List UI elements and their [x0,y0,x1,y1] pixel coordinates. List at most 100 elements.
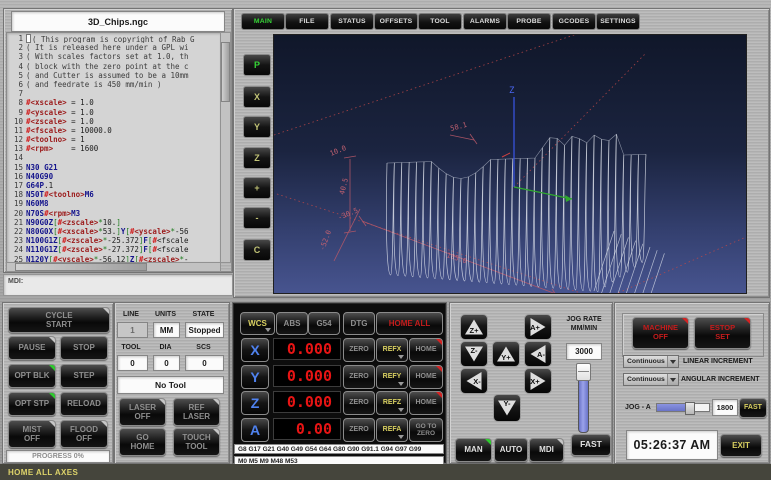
wcs-label: WCS [248,319,267,328]
code-line: 6( and feedrate is 450 mm/min ) [7,80,220,89]
jog-a-slider-handle[interactable] [685,402,695,415]
zero-x-button[interactable]: ZERO [343,338,375,362]
tab-settings[interactable]: SETTINGS [596,13,640,30]
view-perspective-button[interactable]: P [243,54,271,76]
mdi-mode-button[interactable]: MDI [529,438,564,462]
ref-y-button[interactable]: REFY [376,365,408,389]
ref-a-button[interactable]: REFA [376,418,408,442]
jog-z-plus-button[interactable]: Z+ [460,314,488,340]
gcode-vertical-scrollbar[interactable] [220,32,231,263]
clear-plot-button[interactable]: C [243,239,271,261]
state-label: STATE [185,311,222,318]
ref-laser-button[interactable]: REF LASER [173,398,220,426]
gcode-horizontal-scrollbar[interactable] [6,262,221,272]
axis-a-button[interactable]: A [241,418,269,442]
gcode-text-area[interactable]: 1( This program is copyright of Rab G2( … [6,32,221,263]
estop-set-button[interactable]: ESTOP SET [694,317,751,349]
zoom-out-button[interactable]: - [243,207,271,229]
cycle-start-button[interactable]: CYCLE START [8,307,110,333]
jog-x-minus-button[interactable]: X- [460,368,488,394]
tab-file[interactable]: FILE [285,13,329,30]
ref-x-button[interactable]: REFX [376,338,408,362]
jog-x-plus-button[interactable]: X+ [524,368,552,394]
optional-block-button[interactable]: OPT BLK [8,364,56,388]
pause-button[interactable]: PAUSE [8,336,56,360]
jog-a-slider-track[interactable] [656,403,710,412]
step-label: STEP [74,371,95,380]
status-bar: HOME ALL AXES [0,464,771,480]
view-y-button[interactable]: Y [243,116,271,138]
tool-name-text: No Tool [155,380,186,390]
machine-off-label: MACHINE OFF [643,324,678,341]
home-y-button[interactable]: HOME [409,365,443,389]
scrollbar-thumb[interactable] [221,42,230,102]
g54-button[interactable]: G54 [308,312,340,335]
linear-increment-select[interactable]: Continuous [623,355,679,368]
dtg-button[interactable]: DTG [343,312,375,335]
axis-value-text: 0.000 [287,340,332,358]
code-line: 7 [7,89,220,98]
jog-a-minus-button[interactable]: A- [524,341,552,367]
home-z-button[interactable]: HOME [409,391,443,415]
optional-stop-button[interactable]: OPT STP [8,392,56,416]
zoom-in-button[interactable]: + [243,177,271,199]
jog-a-plus-button[interactable]: A+ [524,314,552,340]
abs-label: ABS [284,319,301,328]
reload-button[interactable]: RELOAD [60,392,108,416]
abs-button[interactable]: ABS [276,312,308,335]
jog-fast-button[interactable]: FAST [571,434,611,456]
jog-a-fast-button[interactable]: FAST [739,398,767,418]
go-home-button[interactable]: GO HOME [119,428,166,456]
flood-button[interactable]: FLOOD OFF [60,420,108,448]
view-x-button[interactable]: X [243,86,271,108]
zero-y-button[interactable]: ZERO [343,365,375,389]
stop-button[interactable]: STOP [60,336,108,360]
ref-z-button[interactable]: REFZ [376,391,408,415]
preview-3d-viewport[interactable]: 10.0 40.5 58.1 -30.5 -52.0 105.0 Z [273,34,747,294]
jog-y-plus-button[interactable]: Y+ [492,341,520,367]
axis-z-button[interactable]: Z [241,391,269,415]
jog-a-value[interactable]: 1800 [712,399,738,416]
view-z-button[interactable]: Z [243,147,271,169]
auto-mode-button[interactable]: AUTO [494,438,528,462]
step-button[interactable]: STEP [60,364,108,388]
jog-rate-slider-handle[interactable] [576,363,591,381]
tab-offsets[interactable]: OFFSETS [374,13,418,30]
code-line: 21N90G0Z[#<zscale>*10.] [7,218,220,227]
laser-button[interactable]: LASER OFF [119,398,166,426]
tab-probe[interactable]: PROBE [507,13,551,30]
axis-value-text: 0.000 [287,393,332,411]
zero-label: ZERO [349,346,368,354]
axis-y-button[interactable]: Y [241,365,269,389]
home-all-button[interactable]: HOME ALL [376,312,443,335]
tab-status[interactable]: STATUS [330,13,374,30]
tab-tool[interactable]: TOOL [418,13,462,30]
led-indicator [213,399,219,405]
jog-y-minus-button[interactable]: Y- [493,394,521,422]
home-x-button[interactable]: HOME [409,338,443,362]
wcs-button[interactable]: WCS [240,312,275,335]
tab-gcodes[interactable]: GCODES [552,13,596,30]
axis-x-button[interactable]: X [241,338,269,362]
home-label: HOME [416,399,437,407]
estop-set-label: ESTOP SET [710,324,735,341]
tab-alarms[interactable]: ALARMS [463,13,507,30]
zero-z-button[interactable]: ZERO [343,391,375,415]
scrollbar-thumb[interactable] [15,263,147,271]
led-indicator-red [436,366,442,372]
angular-increment-select[interactable]: Continuous [623,373,679,386]
mist-button[interactable]: MIST OFF [8,420,56,448]
touch-tool-button[interactable]: TOUCH TOOL [173,428,220,456]
mdi-entry[interactable]: MDI: [3,274,233,296]
active-gcodes-text: G8 G17 G21 G40 G49 G54 G64 G80 G90 G91.1… [238,446,421,453]
tab-main[interactable]: MAIN [241,13,285,30]
opt-blk-label: OPT BLK [14,371,49,380]
jog-z-minus-button[interactable]: Z- [460,341,488,367]
machine-off-button[interactable]: MACHINE OFF [632,317,689,349]
exit-button[interactable]: EXIT [720,434,762,457]
zero-a-button[interactable]: ZERO [343,418,375,442]
jog-rate-value[interactable]: 3000 [566,343,602,360]
go-to-zero-a-button[interactable]: GO TO ZERO [409,418,443,442]
manual-mode-button[interactable]: MAN [455,438,492,462]
go-home-label: GO HOME [131,433,155,451]
